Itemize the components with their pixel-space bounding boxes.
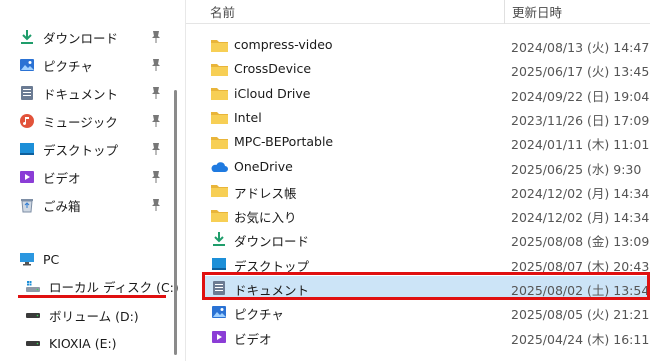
- file-row[interactable]: ダウンロード 2025/08/08 (金) 13:09: [202, 227, 650, 251]
- file-modified-date: 2024/09/22 (日) 19:04: [511, 88, 650, 104]
- column-header-date[interactable]: 更新日時: [512, 2, 562, 21]
- pin-icon[interactable]: [150, 170, 162, 184]
- file-name: iCloud Drive: [234, 85, 311, 101]
- file-row[interactable]: compress-video 2024/08/13 (火) 14:47: [202, 33, 650, 57]
- sidebar-item-label: ビデオ: [43, 170, 81, 186]
- file-modified-date: 2024/08/13 (火) 14:47: [511, 40, 650, 55]
- file-name: アドレス帳: [234, 185, 297, 201]
- file-name: ピクチャ: [234, 307, 284, 323]
- sidebar-item-label: デスクトップ: [43, 142, 119, 158]
- sidebar-item-label: ボリューム (D:): [49, 308, 139, 324]
- documents-icon: [18, 84, 36, 102]
- file-modified-date: 2023/11/26 (日) 17:09: [511, 112, 650, 128]
- file-name: Intel: [234, 109, 262, 125]
- videos-icon: [18, 168, 36, 186]
- scrollbar-thumb[interactable]: [174, 90, 177, 355]
- pin-icon[interactable]: [150, 142, 162, 156]
- sidebar-scrollbar[interactable]: [174, 0, 177, 361]
- sidebar-item-label: ドキュメント: [43, 86, 119, 102]
- column-separator[interactable]: [504, 0, 505, 24]
- file-name: OneDrive: [234, 158, 293, 174]
- selection-underline: [18, 295, 166, 298]
- folder-icon: [210, 206, 228, 224]
- folder-icon: [210, 109, 228, 127]
- local-disk-icon: [24, 277, 42, 295]
- pin-icon[interactable]: [150, 58, 162, 72]
- file-modified-date: 2024/12/02 (月) 14:34: [511, 185, 650, 201]
- file-row[interactable]: ビデオ 2025/04/24 (木) 16:11: [202, 325, 650, 349]
- file-modified-date: 2025/06/17 (火) 13:45: [511, 64, 650, 80]
- file-row[interactable]: iCloud Drive 2024/09/22 (日) 19:04: [202, 82, 650, 106]
- desktop-icon: [210, 255, 228, 273]
- sidebar-item-label: KIOXIA (E:): [49, 335, 117, 351]
- file-name: MPC-BEPortable: [234, 134, 334, 150]
- pc-icon: [18, 250, 36, 268]
- pin-icon[interactable]: [150, 86, 162, 100]
- file-row[interactable]: MPC-BEPortable 2024/01/11 (木) 11:01: [202, 130, 650, 154]
- sidebar-item-pc[interactable]: PC: [10, 246, 170, 272]
- file-modified-date: 2025/04/24 (木) 16:11: [511, 331, 650, 347]
- file-modified-date: 2024/12/02 (月) 14:34: [511, 210, 650, 226]
- sidebar-item-label: ごみ箱: [43, 198, 81, 214]
- column-header-name[interactable]: 名前: [210, 2, 235, 21]
- sidebar-item-volume-d[interactable]: ボリューム (D:): [10, 302, 170, 328]
- file-name: お気に入り: [234, 210, 297, 226]
- pictures-icon: [210, 303, 228, 321]
- sidebar-item-music[interactable]: ミュージック: [10, 108, 170, 134]
- file-modified-date: 2025/06/25 (水) 9:30: [511, 161, 642, 177]
- download-icon: [210, 230, 228, 248]
- file-row[interactable]: CrossDevice 2025/06/17 (火) 13:45: [202, 57, 650, 81]
- pin-icon[interactable]: [150, 198, 162, 212]
- desktop-icon: [18, 140, 36, 158]
- sidebar-item-downloads[interactable]: ダウンロード: [10, 24, 170, 50]
- file-modified-date: 2024/01/11 (木) 11:01: [511, 137, 650, 153]
- file-row[interactable]: Intel 2023/11/26 (日) 17:09: [202, 106, 650, 130]
- navigation-pane: ダウンロード ピクチャ ドキュメント ミュージック デスクトップ ビデオ ごみ箱…: [0, 0, 180, 361]
- sidebar-item-label: ピクチャ: [43, 58, 93, 74]
- highlight-box: [202, 272, 650, 300]
- sidebar-item-label: ローカル ディスク (C:): [49, 279, 179, 295]
- sidebar-item-label: ミュージック: [43, 114, 118, 130]
- download-icon: [18, 28, 36, 46]
- folder-icon: [210, 60, 228, 78]
- file-modified-date: 2025/08/08 (金) 13:09: [511, 234, 650, 250]
- file-row[interactable]: お気に入り 2024/12/02 (月) 14:34: [202, 203, 650, 227]
- pin-icon[interactable]: [150, 114, 162, 128]
- sidebar-item-kioxia-e[interactable]: KIOXIA (E:): [10, 330, 170, 356]
- folder-icon: [210, 182, 228, 200]
- sidebar-item-desktop[interactable]: デスクトップ: [10, 136, 170, 162]
- pin-icon[interactable]: [150, 30, 162, 44]
- file-list: 名前 更新日時 compress-video 2024/08/13 (火) 14:…: [186, 0, 650, 361]
- music-icon: [18, 112, 36, 130]
- recycle-bin-icon: [18, 196, 36, 214]
- sidebar-item-partial[interactable]: [10, 0, 170, 10]
- sidebar-item-recycle-bin[interactable]: ごみ箱: [10, 192, 170, 218]
- file-row[interactable]: OneDrive 2025/06/25 (水) 9:30: [202, 155, 650, 179]
- videos-icon: [210, 328, 228, 346]
- sidebar-item-pictures[interactable]: ピクチャ: [10, 52, 170, 78]
- sidebar-item-label: ダウンロード: [43, 30, 119, 46]
- file-name: compress-video: [234, 37, 333, 52]
- file-name: CrossDevice: [234, 61, 312, 77]
- onedrive-icon: [210, 158, 228, 176]
- folder-icon: [210, 85, 228, 103]
- drive-icon: [24, 306, 42, 324]
- folder-icon: [210, 36, 228, 54]
- file-modified-date: 2025/08/05 (火) 21:21: [511, 307, 650, 323]
- pictures-icon: [18, 56, 36, 74]
- sidebar-item-documents[interactable]: ドキュメント: [10, 80, 170, 106]
- sidebar-item-videos[interactable]: ビデオ: [10, 164, 170, 190]
- drive-icon: [24, 334, 42, 352]
- file-name: ダウンロード: [234, 234, 310, 250]
- file-row[interactable]: アドレス帳 2024/12/02 (月) 14:34: [202, 179, 650, 203]
- file-name: ビデオ: [234, 331, 272, 347]
- file-row[interactable]: ピクチャ 2025/08/05 (火) 21:21: [202, 300, 650, 324]
- folder-icon: [210, 133, 228, 151]
- sidebar-item-label: PC: [43, 251, 60, 267]
- column-header-row: 名前 更新日時: [186, 0, 650, 24]
